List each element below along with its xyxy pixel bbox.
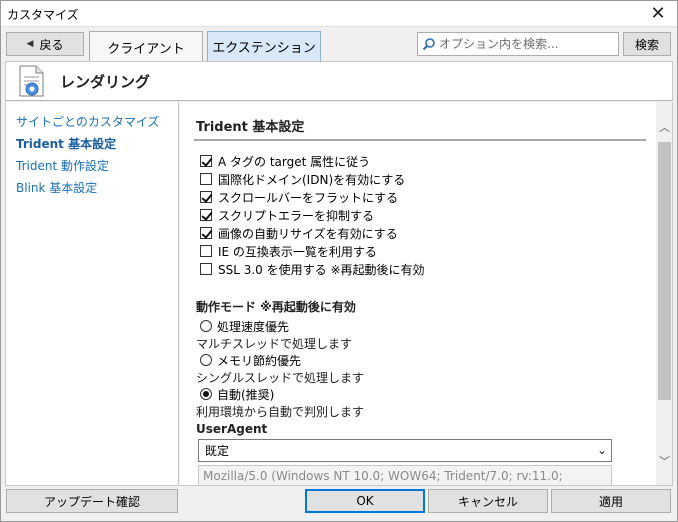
- section-title: Trident 基本設定: [196, 120, 305, 135]
- tab-extension[interactable]: エクステンション: [207, 31, 321, 61]
- option-ssl3[interactable]: SSL 3.0 を使用する ※再起動後に有効: [200, 260, 425, 278]
- mode-label: 自動(推奨): [217, 387, 275, 402]
- sidebar-item-trident-basic[interactable]: Trident 基本設定: [16, 135, 116, 152]
- section-divider: [194, 139, 646, 141]
- back-button-label: 戻る: [39, 37, 64, 52]
- back-arrow-icon: ◀: [26, 39, 34, 49]
- scrollbar-thumb[interactable]: [658, 142, 671, 400]
- option-label: A タグの target 属性に従う: [218, 154, 371, 169]
- mode-title: 動作モード ※再起動後に有効: [196, 300, 356, 314]
- sidebar-item-blink-basic[interactable]: Blink 基本設定: [16, 179, 97, 196]
- mode-label: メモリ節約優先: [217, 353, 302, 368]
- option-label: 画像の自動リサイズを有効にする: [218, 226, 398, 241]
- radio-button[interactable]: [200, 388, 212, 400]
- tab-client-label: クライアント: [107, 41, 185, 57]
- chevron-down-icon: ⌄: [596, 443, 607, 457]
- useragent-select[interactable]: 既定 ⌄: [198, 439, 612, 462]
- checkbox[interactable]: [200, 155, 212, 167]
- close-icon[interactable]: ✕: [647, 3, 669, 25]
- option-idn[interactable]: 国際化ドメイン(IDN)を有効にする: [200, 170, 405, 188]
- back-button[interactable]: ◀ 戻る: [6, 32, 84, 56]
- search-input[interactable]: [439, 37, 615, 51]
- apply-button[interactable]: 適用: [551, 489, 671, 513]
- toolbar: ◀ 戻る クライアント エクステンション 検索: [1, 28, 677, 62]
- tab-extension-label: エクステンション: [212, 41, 316, 56]
- scroll-down-icon[interactable]: ﹀: [656, 452, 673, 469]
- check-update-button[interactable]: アップデート確認: [6, 489, 178, 513]
- mode-label: 処理速度優先: [217, 319, 290, 334]
- sidebar-item-site-customize[interactable]: サイトごとのカスタマイズ: [16, 113, 160, 130]
- mode-desc: シングルスレッドで処理します: [196, 371, 365, 385]
- title-bar: カスタマイズ ✕: [1, 1, 677, 27]
- mode-desc: マルチスレッドで処理します: [196, 337, 353, 351]
- search-box[interactable]: [417, 32, 619, 56]
- settings-panel: Trident 基本設定 A タグの target 属性に従う 国際化ドメイン(…: [180, 102, 656, 486]
- option-ie-compat-list[interactable]: IE の互換表示一覧を利用する: [200, 242, 377, 260]
- sidebar-item-trident-behavior[interactable]: Trident 動作設定: [16, 157, 109, 174]
- option-label: スクロールバーをフラットにする: [218, 190, 399, 205]
- document-render-icon: [19, 65, 44, 97]
- mode-speed[interactable]: 処理速度優先: [200, 318, 289, 334]
- option-flat-scrollbar[interactable]: スクロールバーをフラットにする: [200, 188, 398, 206]
- checkbox[interactable]: [200, 173, 212, 185]
- useragent-string-field[interactable]: Mozilla/5.0 (Windows NT 10.0; WOW64; Tri…: [198, 465, 612, 485]
- option-image-autoresize[interactable]: 画像の自動リサイズを有効にする: [200, 224, 398, 242]
- useragent-select-value: 既定: [205, 444, 230, 458]
- search-button[interactable]: 検索: [623, 32, 671, 56]
- option-label: IE の互換表示一覧を利用する: [218, 244, 377, 259]
- search-icon: [422, 38, 435, 51]
- option-label: SSL 3.0 を使用する ※再起動後に有効: [218, 262, 425, 277]
- option-a-target[interactable]: A タグの target 属性に従う: [200, 152, 370, 170]
- checkbox[interactable]: [200, 227, 212, 239]
- tab-client[interactable]: クライアント: [89, 31, 203, 62]
- mode-memory[interactable]: メモリ節約優先: [200, 352, 301, 368]
- checkbox[interactable]: [200, 209, 212, 221]
- page-title: レンダリング: [60, 72, 151, 91]
- vertical-scrollbar[interactable]: ︿ ﹀: [656, 102, 673, 486]
- radio-button[interactable]: [200, 354, 212, 366]
- page-header: レンダリング: [5, 61, 673, 101]
- customize-window: カスタマイズ ✕ ◀ 戻る クライアント エクステンション 検索: [0, 0, 678, 522]
- option-label: スクリプトエラーを抑制する: [218, 208, 375, 223]
- window-title: カスタマイズ: [7, 8, 79, 22]
- useragent-label: UserAgent: [196, 422, 268, 436]
- checkbox[interactable]: [200, 191, 212, 203]
- checkbox[interactable]: [200, 245, 212, 257]
- ok-button[interactable]: OK: [305, 489, 425, 513]
- sidebar: サイトごとのカスタマイズ Trident 基本設定 Trident 動作設定 B…: [5, 102, 179, 486]
- radio-button[interactable]: [200, 320, 212, 332]
- option-label: 国際化ドメイン(IDN)を有効にする: [218, 172, 406, 187]
- scroll-up-icon[interactable]: ︿: [656, 118, 673, 135]
- checkbox[interactable]: [200, 263, 212, 275]
- mode-auto[interactable]: 自動(推奨): [200, 386, 274, 402]
- cancel-button[interactable]: キャンセル: [428, 489, 548, 513]
- option-suppress-script-errors[interactable]: スクリプトエラーを抑制する: [200, 206, 374, 224]
- mode-desc: 利用環境から自動で判別します: [196, 405, 365, 419]
